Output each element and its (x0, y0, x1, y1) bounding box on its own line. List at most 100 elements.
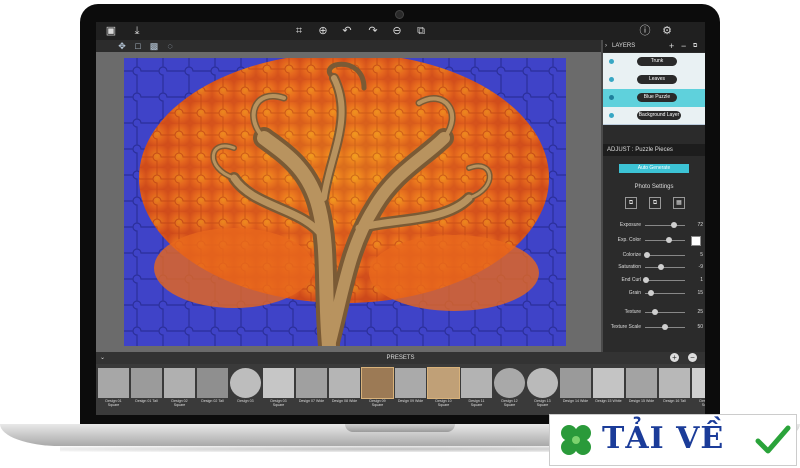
remove-preset-button[interactable]: − (688, 353, 697, 362)
preset-preview (560, 368, 591, 398)
preset-thumbnail[interactable]: Design 15 Wide (626, 368, 657, 406)
preset-thumbnail[interactable]: Design 02 Tall (197, 368, 228, 406)
preset-preview (263, 368, 294, 398)
settings-icon[interactable]: ⚙ (660, 24, 674, 38)
slider-row: End Curl 1 (603, 275, 705, 285)
preset-label: Design 01 Tall (130, 399, 163, 403)
slider-track[interactable] (645, 239, 685, 241)
checkmark-icon (755, 425, 791, 454)
preset-thumbnail[interactable]: Design 02 Square (164, 368, 195, 407)
crop-icon[interactable]: ⌗ (292, 24, 306, 38)
preset-label: Design 02 Tall (196, 399, 229, 403)
slider-value: 50 (697, 324, 703, 330)
preset-preview (692, 368, 705, 398)
preset-thumbnail[interactable]: Design 14 Wide (560, 368, 591, 406)
auto-generate-button[interactable]: Auto Generate (619, 164, 689, 173)
preset-thumbnail[interactable]: Design 01 Tall (131, 368, 162, 406)
preset-label-line2: Square (536, 403, 549, 407)
preset-label-line1: Design 02 Tall (201, 399, 224, 403)
slider-knob[interactable] (662, 324, 668, 330)
slider-knob[interactable] (652, 309, 658, 315)
preset-thumbnail[interactable]: Design 12 Square (494, 368, 525, 407)
redo-icon[interactable]: ↷ (366, 24, 380, 38)
save-icon[interactable]: ⤓ (130, 24, 144, 38)
layer-visibility-icon[interactable] (609, 77, 614, 82)
slider-track[interactable] (645, 279, 685, 281)
preset-label-line2: Square (107, 403, 120, 407)
layer-visibility-icon[interactable] (609, 113, 614, 118)
preset-thumbnail[interactable]: Design 10 Square (427, 367, 460, 407)
layer-row-trunk[interactable]: Trunk (603, 53, 705, 72)
preset-thumbnail[interactable]: Design 03 (230, 368, 261, 406)
preset-thumbnail[interactable]: Design 03 Square (263, 368, 294, 407)
fit-icon[interactable]: ⧉ (414, 24, 428, 38)
preset-label-line1: Design 15 Wide (628, 399, 655, 403)
add-layer-button[interactable]: + (669, 40, 674, 52)
preset-label: Design 17Square (691, 399, 705, 407)
duplicate-layer-icon[interactable]: ⧉ (693, 40, 697, 52)
slider-track[interactable] (645, 311, 685, 313)
preset-thumbnail[interactable]: Design 09 Wide (395, 368, 426, 406)
layer-row-background[interactable]: Background Layer (603, 107, 705, 125)
app-window: ▣ ⤓ ⌗ ⊕ ↶ ↷ ⊖ ⧉ ⓘ ⚙ ✥ □ ▩ ◌ › LAYERS + −… (96, 22, 705, 415)
preset-thumbnail[interactable]: Design 08 Wide (329, 368, 360, 406)
select-icon[interactable]: □ (132, 40, 144, 52)
layer-name: Leaves (637, 75, 677, 84)
move-icon[interactable]: ✥ (116, 40, 128, 52)
zoom-in-icon[interactable]: ⊕ (316, 24, 330, 38)
preset-thumbnail[interactable]: Design 01 Square (98, 368, 129, 407)
slider-knob[interactable] (666, 237, 672, 243)
preset-thumbnail[interactable]: Design 11 Square (461, 368, 492, 407)
presets-header: ⌄ PRESETS + − (96, 352, 705, 364)
slider-value: -9 (698, 264, 703, 270)
grid-icon[interactable]: ▦ (673, 197, 685, 209)
preset-label-line1: Design 03 (237, 399, 254, 403)
slider-track[interactable] (645, 266, 685, 268)
slider-row: Exposure 72 (603, 220, 705, 230)
slider-knob[interactable] (642, 277, 649, 283)
preset-thumbnail[interactable]: Design 09 Square (361, 367, 394, 407)
preset-label: Design 15 Wide (625, 399, 658, 403)
layer-visibility-icon[interactable] (609, 59, 614, 64)
portrait-icon[interactable]: ▩ (148, 40, 160, 52)
preset-thumbnail[interactable]: Design 15 White (593, 368, 624, 406)
preset-thumbnail[interactable]: Design 16 Tall (659, 368, 690, 406)
photo-settings-title: Photo Settings (634, 184, 674, 190)
presets-title: PRESETS (386, 355, 415, 361)
copy-settings-icon[interactable]: ⧉ (625, 197, 637, 209)
slider-row: Grain 15 (603, 288, 705, 298)
preset-label-line1: Design 16 Tall (663, 399, 686, 403)
image-icon[interactable]: ▣ (104, 24, 118, 38)
color-swatch[interactable] (691, 236, 701, 246)
slider-value: 1 (700, 277, 703, 283)
canvas-area (96, 52, 601, 352)
add-preset-button[interactable]: + (670, 353, 679, 362)
preset-label-line2: Square (503, 403, 516, 407)
info-icon[interactable]: ⓘ (638, 24, 652, 38)
slider-track[interactable] (645, 254, 685, 256)
puzzle-canvas[interactable] (124, 58, 566, 346)
preset-label: Design 09 Wide (394, 399, 427, 403)
preset-label-line2: Square (470, 403, 483, 407)
bulb-icon[interactable]: ◌ (164, 40, 176, 52)
preset-thumbnail[interactable]: Design 07 Wide (296, 368, 327, 406)
chevron-right-icon[interactable]: › (605, 40, 607, 52)
undo-icon[interactable]: ↶ (340, 24, 354, 38)
layer-row-blue-puzzle[interactable]: Blue Puzzle (603, 89, 705, 108)
zoom-out-icon[interactable]: ⊖ (390, 24, 404, 38)
preset-thumbnail[interactable]: Design 17Square (691, 368, 705, 407)
slider-knob[interactable] (648, 290, 654, 296)
preset-preview (593, 368, 624, 398)
camera-icon (395, 10, 404, 19)
layer-row-leaves[interactable]: Leaves (603, 71, 705, 90)
paste-settings-icon[interactable]: ⧉ (649, 197, 661, 209)
remove-layer-button[interactable]: − (681, 40, 686, 52)
slider-knob[interactable] (658, 264, 665, 270)
layer-visibility-icon[interactable] (609, 95, 614, 100)
slider-knob[interactable] (670, 222, 677, 228)
preset-preview (98, 368, 129, 398)
preset-preview (527, 368, 558, 398)
slider-track[interactable] (645, 224, 685, 226)
slider-knob[interactable] (644, 252, 650, 258)
preset-thumbnail[interactable]: Design 13 Square (527, 368, 558, 407)
